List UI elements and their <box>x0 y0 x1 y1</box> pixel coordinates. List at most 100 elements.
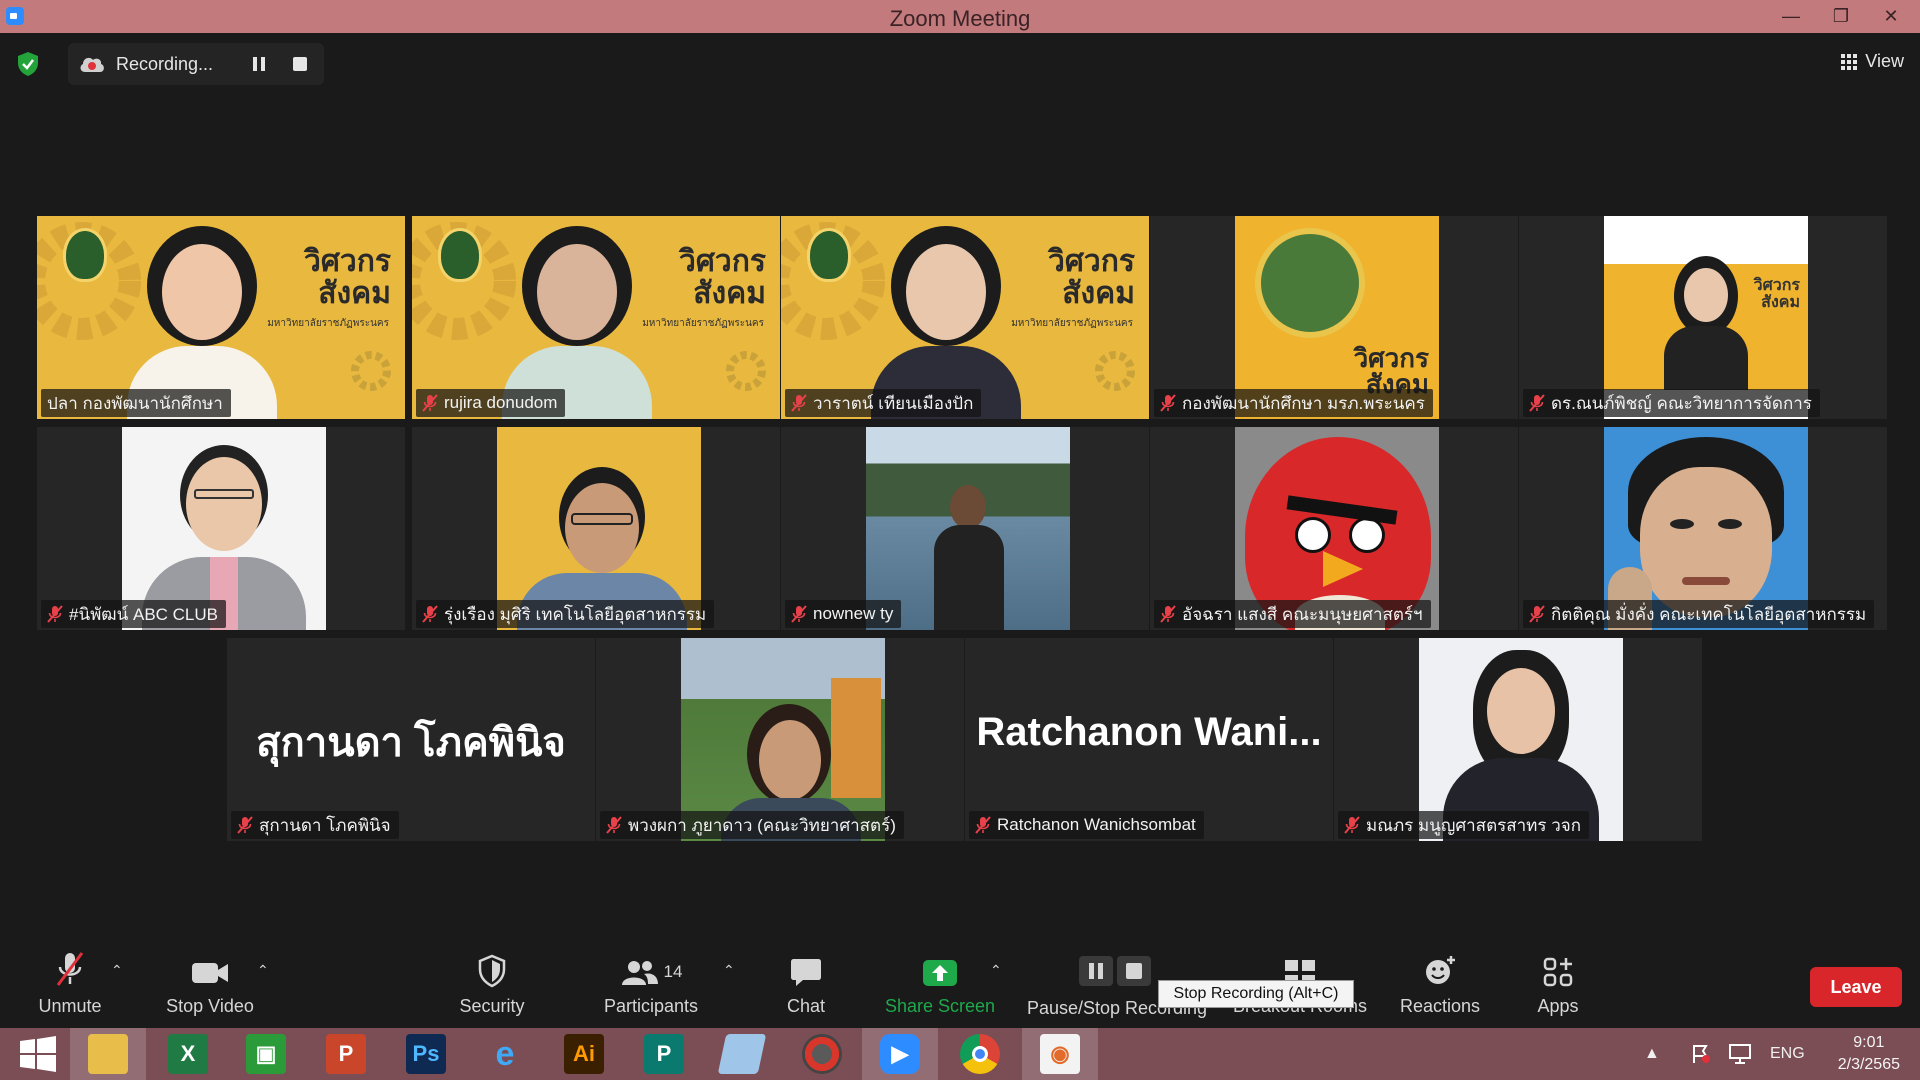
action-center-flag-icon[interactable] <box>1690 1028 1712 1080</box>
muted-microphone-icon <box>56 952 84 986</box>
taskbar-notes[interactable] <box>704 1028 780 1080</box>
taskbar-clock[interactable]: 9:01 2/3/2565 <box>1838 1032 1900 1076</box>
video-options-caret[interactable]: ⌃ <box>257 962 269 979</box>
security-shield-icon <box>478 954 506 988</box>
language-indicator[interactable]: ENG <box>1770 1028 1805 1080</box>
folder-icon <box>88 1034 128 1074</box>
participant-name-label: วาราตน์ เทียนเมืองปัก <box>785 389 982 417</box>
participant-tile[interactable]: อัจฉรา แสงสี คณะมนุษยศาสตร์ฯ <box>1150 427 1518 630</box>
participant-name: กองพัฒนานักศึกษา มรภ.พระนคร <box>1182 393 1425 413</box>
pause-recording-icon[interactable] <box>250 55 268 73</box>
reactions-smiley-icon <box>1426 956 1455 984</box>
photoshop-icon: Ps <box>406 1034 446 1074</box>
encryption-shield-icon[interactable] <box>16 51 40 77</box>
participant-name-label: กองพัฒนานักศึกษา มรภ.พระนคร <box>1154 389 1433 417</box>
taskbar-illustrator[interactable]: Ai <box>546 1028 622 1080</box>
share-screen-button[interactable]: Share Screen <box>880 948 1000 1028</box>
start-button[interactable] <box>0 1028 76 1080</box>
muted-mic-icon <box>237 816 253 834</box>
participant-name: วาราตน์ เทียนเมืองปัก <box>813 393 974 413</box>
minimize-button[interactable]: — <box>1768 0 1814 33</box>
participant-name: nownew ty <box>813 604 894 623</box>
participant-name-label: nownew ty <box>785 600 902 628</box>
taskbar-publisher[interactable]: P <box>626 1028 702 1080</box>
zoom-icon: ▶ <box>880 1034 920 1074</box>
participant-name-label: ดร.ณนภ์พิชญ์ คณะวิทยาการจัดการ <box>1523 389 1820 417</box>
participant-tile[interactable]: #นิพัฒน์ ABC CLUB <box>37 427 405 630</box>
windows-taskbar: X ▣ P Ps e Ai P ▶ ◉ ▲ ENG 9:01 2/3/2565 <box>0 1028 1920 1080</box>
taskbar-internet-explorer[interactable]: e <box>467 1028 543 1080</box>
participant-name-label: Ratchanon Wanichsombat <box>969 811 1204 839</box>
participant-tile[interactable]: nownew ty <box>781 427 1149 630</box>
participant-tile[interactable]: มณภร มนูญศาสตรสาทร วจก <box>1334 638 1702 841</box>
view-button[interactable]: View <box>1841 51 1904 72</box>
participant-tile[interactable]: กิตติคุณ มั่งคั่ง คณะเทคโนโลยีอุตสาหกรรม <box>1519 427 1887 630</box>
participants-button[interactable]: 14 Participants <box>596 948 706 1028</box>
participant-tile[interactable]: วิศวกร สังคม กองพัฒนานักศึกษา มรภ.พระนคร <box>1150 216 1518 419</box>
leave-button[interactable]: Leave <box>1810 967 1902 1007</box>
security-label: Security <box>459 996 525 1016</box>
chrome-icon <box>960 1034 1000 1074</box>
window-title: Zoom Meeting <box>889 6 1031 31</box>
muted-mic-icon <box>1529 394 1545 412</box>
university-emblem-icon <box>63 228 107 282</box>
share-options-caret[interactable]: ⌃ <box>990 962 1002 979</box>
unmute-button[interactable]: Unmute <box>30 948 110 1028</box>
taskbar-powerpoint[interactable]: P <box>308 1028 384 1080</box>
apps-button[interactable]: Apps <box>1518 948 1598 1028</box>
share-screen-icon <box>923 960 957 986</box>
taskbar-file-explorer[interactable] <box>70 1028 146 1080</box>
participant-display-name: Ratchanon Wani... <box>976 710 1322 754</box>
participant-tile[interactable]: วิศวกร สังคม มหาวิทยาลัยราชภัฏพระนคร rujira… <box>412 216 780 419</box>
participant-tile[interactable]: วิศวกร สังคม มหาวิทยาลัยราชภัฏพระนคร ปลา กอ… <box>37 216 405 419</box>
apps-icon <box>1543 957 1573 987</box>
stop-recording-icon[interactable] <box>293 57 307 71</box>
taskbar-store[interactable]: ▣ <box>228 1028 304 1080</box>
taskbar-chrome[interactable] <box>942 1028 1018 1080</box>
reactions-label: Reactions <box>1399 996 1481 1016</box>
participant-name-label: อัจฉรา แสงสี คณะมนุษยศาสตร์ฯ <box>1154 600 1431 628</box>
participant-tile[interactable]: Ratchanon Wani... Ratchanon Wanichsombat <box>965 638 1333 841</box>
participant-name-label: สุกานดา โภคพินิจ <box>231 811 399 839</box>
chat-bubble-icon <box>791 959 821 986</box>
participant-tile[interactable]: วิศวกร สังคม ดร.ณนภ์พิชญ์ คณะวิทยาการจัดกา… <box>1519 216 1887 419</box>
unmute-label: Unmute <box>38 996 102 1016</box>
reactions-button[interactable]: Reactions <box>1390 948 1490 1028</box>
restore-button[interactable]: ❐ <box>1818 0 1864 33</box>
banner-subtitle: มหาวิทยาลัยราชภัฏพระนคร <box>1011 318 1133 329</box>
network-icon[interactable] <box>1728 1028 1752 1080</box>
taskbar-zoom[interactable]: ▶ <box>862 1028 938 1080</box>
close-button[interactable]: ✕ <box>1868 0 1914 33</box>
security-button[interactable]: Security <box>452 948 532 1028</box>
taskbar-photoscape[interactable] <box>784 1028 860 1080</box>
participant-tile[interactable]: สุกานดา โภคพินิจ สุกานดา โภคพินิจ <box>227 638 595 841</box>
audio-options-caret[interactable]: ⌃ <box>111 962 123 979</box>
title-bar: Zoom Meeting — ❐ ✕ <box>0 0 1920 33</box>
banner-title: วิศวกร สังคม <box>678 244 766 311</box>
internet-explorer-icon: e <box>495 1034 515 1073</box>
photos-icon: ◉ <box>1040 1034 1080 1074</box>
stop-video-label: Stop Video <box>166 996 254 1016</box>
taskbar-photoshop[interactable]: Ps <box>388 1028 464 1080</box>
muted-mic-icon <box>791 605 807 623</box>
participant-name: สุกานดา โภคพินิจ <box>259 815 391 835</box>
participant-name: พวงผกา ภูยาดาว (คณะวิทยาศาสตร์) <box>628 815 896 835</box>
participants-count: 14 <box>663 962 683 981</box>
stop-video-button[interactable]: Stop Video <box>160 948 260 1028</box>
participant-tile[interactable]: วิศวกร สังคม มหาวิทยาลัยราชภัฏพระนคร วาราตน… <box>781 216 1149 419</box>
participant-name: Ratchanon Wanichsombat <box>997 815 1196 834</box>
participant-tile[interactable]: รุ่งเรือง มุศิริ เทคโนโลยีอุตสาหกรรม <box>412 427 780 630</box>
tray-overflow-icon[interactable]: ▲ <box>1644 1028 1660 1080</box>
taskbar-excel[interactable]: X <box>150 1028 226 1080</box>
clock-date: 2/3/2565 <box>1837 1056 1900 1073</box>
grid-view-icon <box>1841 53 1858 70</box>
banner-title: วิศวกร สังคม <box>303 244 391 311</box>
participant-tile[interactable]: พวงผกา ภูยาดาว (คณะวิทยาศาสตร์) <box>596 638 964 841</box>
chat-button[interactable]: Chat <box>766 948 846 1028</box>
muted-mic-icon <box>1529 605 1545 623</box>
participants-options-caret[interactable]: ⌃ <box>723 962 735 979</box>
taskbar-photos[interactable]: ◉ <box>1022 1028 1098 1080</box>
muted-mic-icon <box>791 394 807 412</box>
participant-name: กิตติคุณ มั่งคั่ง คณะเทคโนโลยีอุตสาหกรรม <box>1551 604 1867 624</box>
meeting-top-bar: Recording... View <box>0 33 1920 93</box>
